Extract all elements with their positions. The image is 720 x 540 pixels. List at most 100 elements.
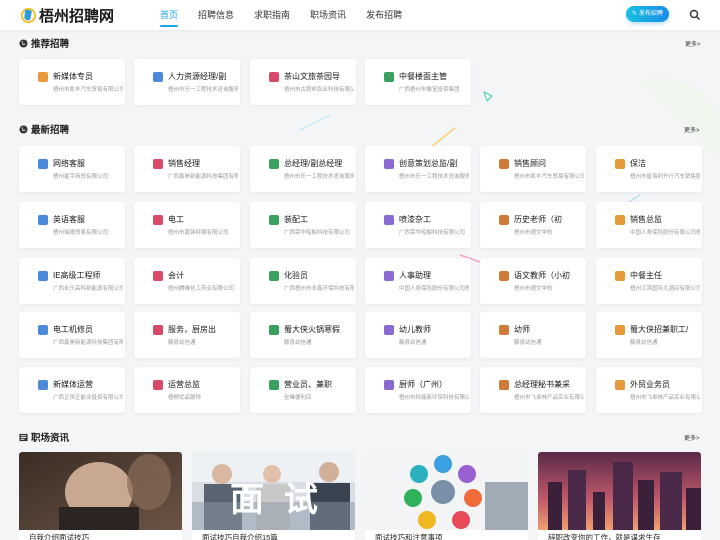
job-title: 服务，厨房出 bbox=[168, 325, 216, 334]
job-card[interactable]: 销售顾问 梧州市凯丰汽车贸易有限公司 bbox=[480, 146, 586, 192]
article-caption: 辞职改变你的工作，就是谋求生存 bbox=[548, 533, 661, 540]
company-name: 梧州市飞卓林产品实业有限公 bbox=[514, 395, 584, 401]
job-card[interactable]: 幼儿教师 藤县幼信通 bbox=[365, 312, 471, 358]
job-card[interactable]: 运营总监 梧桐优品服饰 bbox=[134, 367, 240, 413]
company-logo-icon bbox=[384, 215, 394, 225]
job-title: 创意策划总监/副 bbox=[399, 159, 458, 168]
job-title: IE高级工程师 bbox=[53, 271, 101, 280]
article-caption: 面试技巧自我介绍15篇 bbox=[202, 533, 278, 540]
job-card[interactable]: 电工机修员广西鑫昊新能源科技集团有限 bbox=[19, 312, 125, 358]
job-card[interactable]: IE高级工程师广西永乐高科新能源有限公司 bbox=[19, 258, 125, 304]
nav-post-job[interactable]: 发布招聘 bbox=[366, 0, 402, 30]
company-logo-icon bbox=[269, 215, 279, 225]
job-card[interactable]: 新媒体运营 广西正恒正能业投资有限公司 bbox=[19, 367, 125, 413]
recommended-more-link[interactable]: 更多> bbox=[685, 39, 701, 48]
job-title: 会计 bbox=[168, 271, 184, 280]
company-logo-icon bbox=[38, 325, 48, 335]
job-card[interactable]: 英语客服 梧州瑞德贸易有限公司 bbox=[19, 202, 125, 248]
job-title: 语文教师（小初 bbox=[514, 271, 570, 280]
job-card[interactable]: 蜀大侠火锅寒假 藤县幼信通 bbox=[250, 312, 356, 358]
job-card[interactable]: 语文教师（小初 梧州市德文学校 bbox=[480, 258, 586, 304]
job-title: 销售顾问 bbox=[514, 159, 546, 168]
job-card[interactable]: 销售总监 中国人寿保险股份有限公司梧州 bbox=[596, 202, 702, 248]
job-title: 电工 bbox=[168, 215, 184, 224]
job-card[interactable]: 历史老师（初 梧州市德文学校 bbox=[480, 202, 586, 248]
job-card[interactable]: 装配工 广西荣华船舶科技有限公司 bbox=[250, 202, 356, 248]
job-card[interactable]: 中餐楼面主管广西梧州市聚宝投资集团 bbox=[365, 59, 471, 105]
company-logo-icon bbox=[38, 215, 48, 225]
job-card[interactable]: 新媒体专员 梧州市凯丰汽车贸易有限公司 bbox=[19, 59, 125, 105]
job-card[interactable]: 保洁 梧州市星海利升行汽车销售服 bbox=[596, 146, 702, 192]
job-card[interactable]: 营业员、兼职 全峰便利店 bbox=[250, 367, 356, 413]
job-card[interactable]: 总经理/副总经理 梧州市乐一工程技术咨询服务有 bbox=[250, 146, 356, 192]
latest-more-link[interactable]: 更多> bbox=[684, 125, 700, 134]
recommended-title: 推荐招聘 bbox=[31, 39, 70, 50]
company-logo-icon bbox=[153, 325, 163, 335]
nav-career-news[interactable]: 职场资讯 bbox=[310, 0, 346, 30]
job-card[interactable]: 创意策划总监/副梧州市乐一工程技术咨询服务有 bbox=[365, 146, 471, 192]
job-title: 总经理秘书兼采 bbox=[514, 380, 570, 389]
company-name: 广西梧州市永鑫环保科技有限 bbox=[284, 286, 354, 292]
company-logo-icon bbox=[499, 159, 509, 169]
job-card[interactable]: 电工 梧州市鑫锋特钢有限公司 bbox=[134, 202, 240, 248]
article-card[interactable]: 辞职改变你的工作，就是谋求生存 bbox=[538, 452, 701, 540]
company-name: 中国人寿保险股份有限公司梧州 bbox=[630, 230, 700, 236]
nav-jobs[interactable]: 招聘信息 bbox=[198, 0, 234, 30]
article-card[interactable]: 自我介绍面试技巧 bbox=[19, 452, 182, 540]
job-card[interactable]: 总经理秘书兼采梧州市飞卓林产品实业有限公 bbox=[480, 367, 586, 413]
job-card[interactable]: 蜀大侠招兼职工/藤县幼信通 bbox=[596, 312, 702, 358]
logo-mark-icon bbox=[20, 7, 37, 23]
job-card[interactable]: 外贸业务员 梧州市飞卓林产品实业有限公 bbox=[596, 367, 702, 413]
top-header: 梧州招聘网 首页 招聘信息 求职指南 职场资讯 发布招聘 ✎ 发布招聘 bbox=[0, 0, 720, 30]
company-name: 梧桐优品服饰 bbox=[168, 395, 202, 401]
company-name: 广西梧州市聚宝投资集团 bbox=[399, 87, 460, 93]
job-title: 中餐楼面主管 bbox=[399, 72, 447, 81]
news-more-link[interactable]: 更多> bbox=[684, 433, 700, 442]
company-logo-icon bbox=[615, 159, 625, 169]
job-title: 外贸业务员 bbox=[630, 380, 670, 389]
job-card[interactable]: 茶山文旅茶园导 梧州市古琵邦农业科技有限公司 bbox=[250, 59, 356, 105]
article-card[interactable]: 面 试 面试技巧自我介绍15篇 bbox=[192, 452, 355, 540]
publish-job-button[interactable]: ✎ 发布招聘 bbox=[626, 6, 669, 22]
article-card[interactable]: 面试技巧和注意事项 bbox=[365, 452, 528, 540]
job-card[interactable]: 会计 梧州腾峰化工药业有限公司 bbox=[134, 258, 240, 304]
company-logo-icon bbox=[499, 215, 509, 225]
article-image-interview bbox=[19, 452, 182, 530]
job-card[interactable]: 服务，厨房出 藤县幼信通 bbox=[134, 312, 240, 358]
article-caption: 自我介绍面试技巧 bbox=[29, 533, 89, 540]
job-title: 电工机修员 bbox=[53, 325, 93, 334]
job-card[interactable]: 幼师 藤县幼信通 bbox=[480, 312, 586, 358]
job-card[interactable]: 厨师（广州） 梧州市科能新环保科技有限公 bbox=[365, 367, 471, 413]
latest-heading: 最新招聘 bbox=[19, 122, 69, 136]
company-logo-icon bbox=[38, 271, 48, 281]
nav-job-guide[interactable]: 求职指南 bbox=[254, 0, 290, 30]
job-card[interactable]: 网络客服 梧州星宇商贸有限公司 bbox=[19, 146, 125, 192]
news-icon bbox=[19, 433, 28, 441]
globe-icon bbox=[19, 38, 28, 48]
company-name: 梧州市科能新环保科技有限公 bbox=[399, 395, 469, 401]
job-card[interactable]: 人力资源经理/副 梧州市乐一工程技术咨询服务有 bbox=[134, 59, 240, 105]
company-name: 广西永乐高科新能源有限公司 bbox=[53, 286, 123, 292]
job-card[interactable]: 人事助理 中国人寿保险股份有限公司梧 bbox=[365, 258, 471, 304]
job-card[interactable]: 化验员 广西梧州市永鑫环保科技有限 bbox=[250, 258, 356, 304]
job-title: 人力资源经理/副 bbox=[168, 72, 227, 81]
company-logo-icon bbox=[269, 271, 279, 281]
site-logo[interactable]: 梧州招聘网 bbox=[20, 5, 114, 25]
search-icon[interactable] bbox=[689, 9, 701, 21]
article-image-overlay: 面 试 bbox=[230, 480, 322, 520]
company-name: 藤县幼信通 bbox=[514, 340, 542, 346]
company-logo-icon bbox=[38, 380, 48, 390]
globe-icon bbox=[19, 124, 28, 134]
company-name: 广西鑫昊新能源科技集团有限 bbox=[53, 340, 123, 346]
job-card[interactable]: 喷漆杂工 广西荣华船舶科技有限公司 bbox=[365, 202, 471, 248]
job-title: 喷漆杂工 bbox=[399, 215, 431, 224]
company-logo-icon bbox=[269, 325, 279, 335]
job-card[interactable]: 销售经理 广西鑫昊新能源科技集团有限 bbox=[134, 146, 240, 192]
job-title: 营业员、兼职 bbox=[284, 380, 332, 389]
job-title: 保洁 bbox=[630, 159, 646, 168]
company-name: 梧州市凯丰汽车贸易有限公司 bbox=[53, 87, 123, 93]
nav-home[interactable]: 首页 bbox=[160, 0, 179, 30]
company-logo-icon bbox=[153, 215, 163, 225]
job-card[interactable]: 中餐主任 梧州江滨国际大酒店有限公司 bbox=[596, 258, 702, 304]
company-name: 梧州市乐一工程技术咨询服务有 bbox=[399, 174, 469, 180]
